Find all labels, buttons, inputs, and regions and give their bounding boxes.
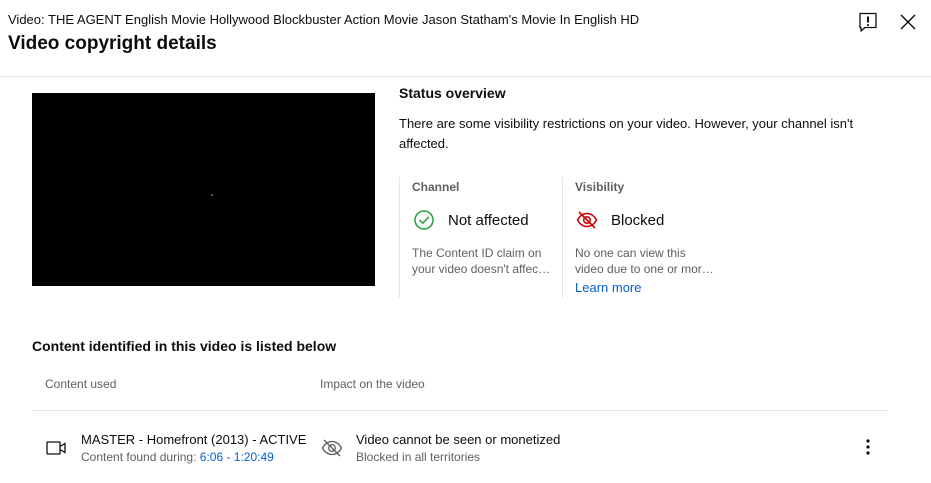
visibility-description-line: No one can view this xyxy=(575,246,686,260)
player-spinner xyxy=(211,194,213,196)
channel-status: Not affected xyxy=(412,208,562,232)
dialog-title: Video copyright details xyxy=(8,33,217,54)
time-range-link[interactable]: 6:06 - 1:20:49 xyxy=(200,450,274,464)
channel-label: Channel xyxy=(412,180,460,194)
content-found-during: Content found during: 6:06 - 1:20:49 xyxy=(81,450,274,464)
row-actions-button[interactable] xyxy=(856,435,880,459)
video-camera-icon xyxy=(46,441,66,455)
status-overview-title: Status overview xyxy=(399,85,506,101)
close-icon xyxy=(900,14,916,30)
visibility-status-card: Visibility Blocked No one can view this … xyxy=(562,177,725,298)
column-header-content-used: Content used xyxy=(45,377,117,391)
visibility-status-text: Blocked xyxy=(611,211,665,229)
impact-main-text: Video cannot be seen or monetized xyxy=(356,432,561,447)
visibility-status: Blocked xyxy=(575,208,725,232)
dialog-header: Video: THE AGENT English Movie Hollywood… xyxy=(0,0,931,77)
content-found-label: Content found during: xyxy=(81,450,200,464)
channel-status-card: Channel Not affected The Content ID clai… xyxy=(399,177,562,298)
video-title: Video: THE AGENT English Movie Hollywood… xyxy=(8,12,640,27)
table-row[interactable]: MASTER - Homefront (2013) - ACTIVE Conte… xyxy=(32,411,888,483)
visibility-description: No one can view this video due to one or… xyxy=(575,245,715,277)
visibility-off-icon xyxy=(321,439,343,457)
feedback-icon xyxy=(859,12,877,32)
visibility-off-icon xyxy=(576,211,598,229)
column-header-impact: Impact on the video xyxy=(320,377,425,391)
feedback-button[interactable] xyxy=(856,10,880,34)
status-overview-description: There are some visibility restrictions o… xyxy=(399,116,854,151)
media-type xyxy=(44,436,68,460)
channel-description-line: your video doesn't affect your channel xyxy=(412,262,552,276)
more-vert-icon xyxy=(866,439,870,455)
close-button[interactable] xyxy=(896,10,920,34)
content-identified-heading: Content identified in this video is list… xyxy=(32,338,337,354)
visibility-label: Visibility xyxy=(575,180,625,194)
check-circle-icon xyxy=(414,210,434,230)
channel-status-text: Not affected xyxy=(448,211,529,229)
learn-more-link[interactable]: Learn more xyxy=(575,280,725,295)
channel-description: The Content ID claim on your video doesn… xyxy=(412,245,552,277)
impact-indicator xyxy=(320,436,344,460)
channel-description-line: The Content ID claim on xyxy=(412,246,542,260)
visibility-description-line: video due to one or more Content ID clai… xyxy=(575,262,715,276)
asset-name: MASTER - Homefront (2013) - ACTIVE xyxy=(81,432,307,447)
video-player[interactable] xyxy=(32,93,375,286)
impact-sub-text: Blocked in all territories xyxy=(356,450,481,464)
